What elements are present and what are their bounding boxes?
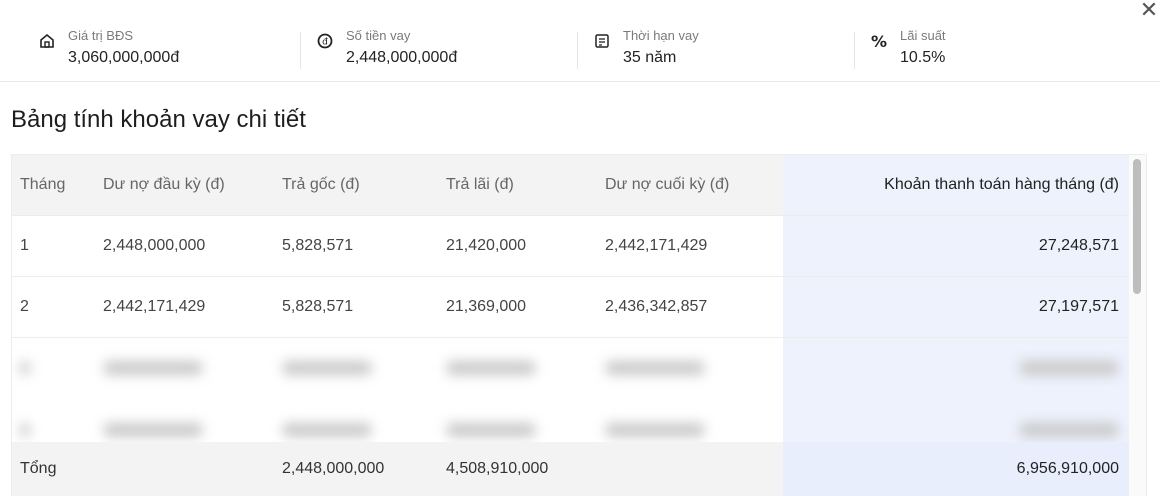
page-title: Bảng tính khoản vay chi tiết [11, 106, 306, 133]
cell-opening-balance: 2,448,000,000 [103, 237, 206, 254]
header-monthly-payment: Khoản thanh toán hàng tháng (đ) [884, 176, 1119, 193]
property-value-amount: 3,060,000,000đ [68, 49, 180, 66]
table-row: 1 2,448,000,000 5,828,571 21,420,000 2,4… [12, 216, 1129, 277]
total-monthly-payment: 6,956,910,000 [1016, 460, 1119, 477]
interest-rate-label: Lãi suất [900, 28, 946, 43]
loan-summary-bar: Giá trị BĐS 3,060,000,000đ đ Số tiền vay… [0, 0, 1160, 82]
cell-principal: 5,828,571 [282, 298, 354, 315]
scrollbar-thumb[interactable] [1133, 159, 1141, 294]
percent-icon: % [871, 32, 887, 50]
cell-monthly-payment: 27,197,571 [1038, 298, 1119, 315]
table-row: 2 2,442,171,429 5,828,571 21,369,000 2,4… [12, 277, 1129, 338]
cell-closing-balance: 2,436,342,857 [605, 298, 708, 315]
loan-term-label: Thời hạn vay [623, 28, 699, 43]
svg-text:đ: đ [322, 38, 328, 48]
cell-monthly-payment: 27,248,571 [1038, 237, 1119, 254]
cell-opening-balance: 2,442,171,429 [103, 298, 206, 315]
property-value-stat: Giá trị BĐS 3,060,000,000đ [38, 0, 179, 72]
calendar-icon [595, 34, 609, 48]
header-opening-balance: Dư nợ đầu kỳ (đ) [103, 176, 225, 193]
loan-amount-stat: đ Số tiền vay 2,448,000,000đ [316, 0, 457, 72]
svg-text:%: % [871, 32, 887, 50]
loan-term-value: 35 năm [623, 49, 677, 66]
cell-month: 2 [20, 298, 29, 315]
blurred-table-row [12, 338, 1129, 398]
header-interest: Trả lãi (đ) [446, 176, 514, 193]
loan-term-stat: Thời hạn vay 35 năm [593, 0, 699, 72]
cell-interest: 21,420,000 [446, 237, 527, 254]
cell-principal: 5,828,571 [282, 237, 354, 254]
interest-rate-stat: % Lãi suất 10.5% [870, 0, 946, 72]
table-header-row: Tháng Dư nợ đầu kỳ (đ) Trả gốc (đ) Trả l… [12, 155, 1129, 216]
interest-rate-value: 10.5% [900, 49, 946, 66]
house-icon [40, 33, 54, 48]
header-principal: Trả gốc (đ) [282, 176, 360, 193]
dong-coin-icon: đ [317, 33, 333, 49]
cell-closing-balance: 2,442,171,429 [605, 237, 708, 254]
header-closing-balance: Dư nợ cuối kỳ (đ) [605, 176, 730, 193]
table-scrollbar[interactable] [1129, 155, 1146, 496]
total-interest: 4,508,910,000 [446, 460, 549, 477]
property-value-label: Giá trị BĐS [68, 28, 134, 43]
total-principal: 2,448,000,000 [282, 460, 385, 477]
loan-amount-label: Số tiền vay [346, 28, 411, 43]
loan-amount-value: 2,448,000,000đ [346, 49, 458, 66]
header-month: Tháng [20, 176, 66, 193]
cell-month: 1 [20, 237, 29, 254]
total-label: Tổng [20, 460, 57, 477]
loan-schedule-table: Tháng Dư nợ đầu kỳ (đ) Trả gốc (đ) Trả l… [11, 154, 1147, 496]
cell-interest: 21,369,000 [446, 298, 527, 315]
table-total-row: Tổng 2,448,000,000 4,508,910,000 6,956,9… [12, 442, 1129, 496]
